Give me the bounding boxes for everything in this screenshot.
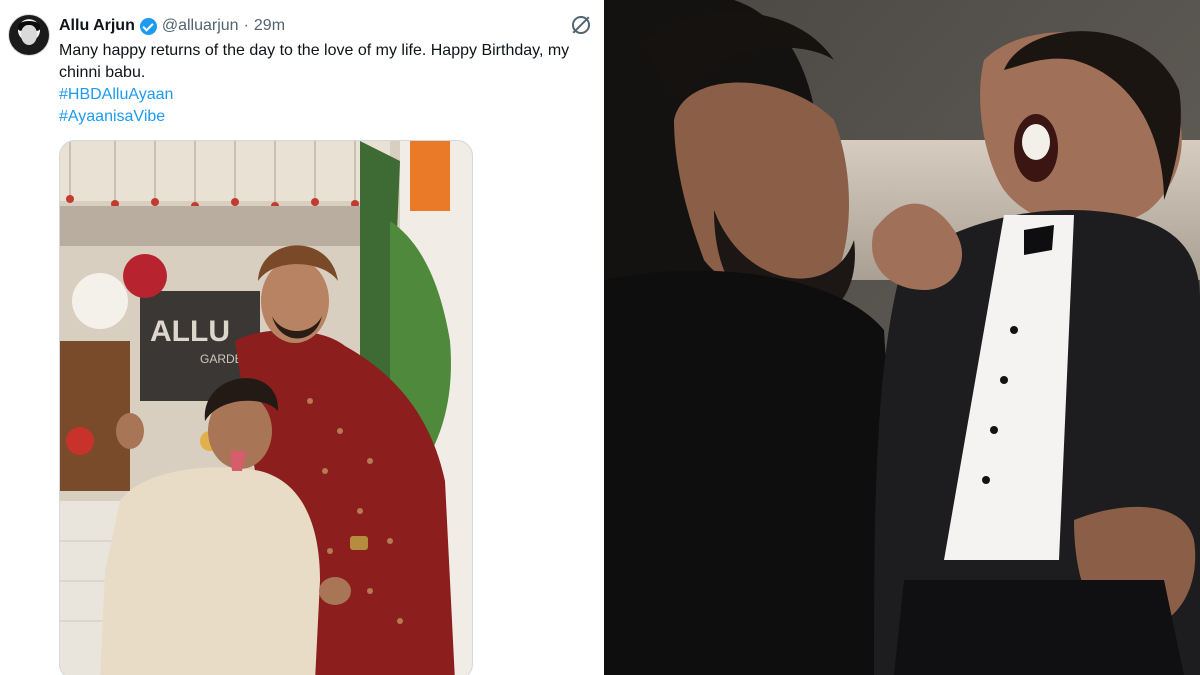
- photo-illustration: [604, 0, 1200, 675]
- tweet-body: Many happy returns of the day to the lov…: [59, 40, 594, 128]
- sign-text: ALLU: [150, 315, 230, 348]
- author-handle[interactable]: @alluarjun: [162, 17, 239, 35]
- hashtag-link[interactable]: #AyaanisaVibe: [59, 106, 594, 128]
- tweet-media-photo[interactable]: ALLU GARDEN: [59, 140, 473, 675]
- verified-badge-icon: [139, 17, 157, 35]
- avatar[interactable]: [8, 14, 50, 56]
- tweet-card: Allu Arjun @alluarjun · 29m Many happy r…: [0, 0, 604, 675]
- grok-icon[interactable]: [572, 16, 590, 34]
- tweet-text: Many happy returns of the day to the lov…: [59, 42, 570, 81]
- hashtag-link[interactable]: #HBDAlluAyaan: [59, 84, 594, 106]
- tweet-time[interactable]: 29m: [254, 17, 285, 35]
- separator: ·: [243, 17, 249, 34]
- photo-illustration: ALLU GARDEN: [60, 141, 472, 675]
- author-name[interactable]: Allu Arjun: [59, 17, 135, 35]
- avatar-face: [21, 25, 37, 45]
- embedded-photo[interactable]: [604, 0, 1200, 675]
- tweet-header: Allu Arjun @alluarjun · 29m: [59, 14, 584, 38]
